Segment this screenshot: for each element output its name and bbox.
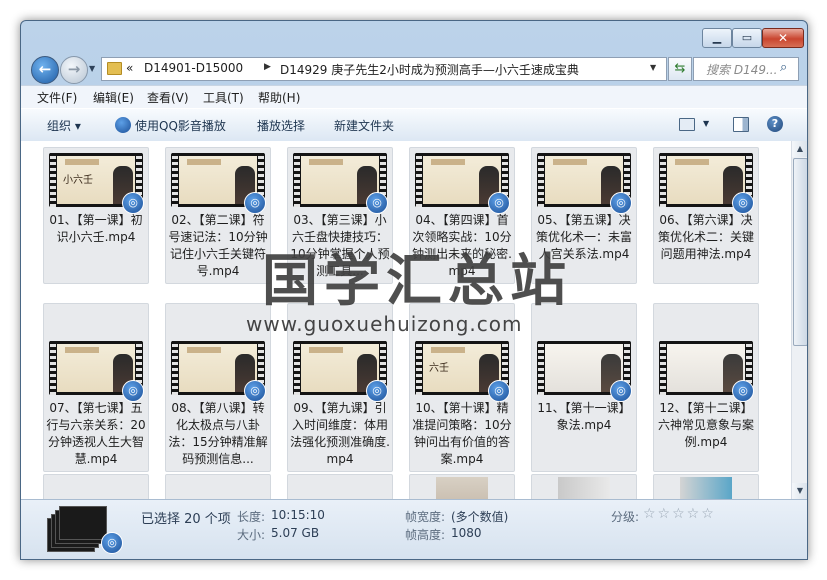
file-tile[interactable]: ◎ 06、【第六课】决策优化术二：关键问题用神法.mp4 [653, 147, 759, 284]
close-icon: ✕ [777, 31, 789, 45]
command-bar: 组织 ▾ 使用QQ影音播放 播放选择 新建文件夹 ▼ ? [21, 108, 807, 142]
maximize-button[interactable]: ▭ [732, 28, 762, 48]
file-tile[interactable] [531, 474, 637, 499]
back-arrow-icon: ← [38, 60, 52, 78]
qq-player-icon: ◎ [101, 532, 123, 554]
view-options-icon[interactable] [679, 118, 695, 131]
menu-edit[interactable]: 编辑(E) [93, 89, 134, 106]
play-selection-button[interactable]: 播放选择 [257, 117, 305, 134]
scroll-down-icon[interactable]: ▼ [792, 483, 807, 499]
vertical-scrollbar[interactable]: ▲ ▼ [791, 141, 807, 499]
size-label: 大小: [237, 528, 266, 542]
qq-player-icon: ◎ [732, 380, 754, 402]
file-tile[interactable] [409, 474, 515, 499]
qq-player-icon [115, 117, 131, 133]
address-dropdown-icon[interactable]: ▼ [650, 63, 656, 72]
address-chevron[interactable]: « [126, 61, 133, 75]
qq-player-icon: ◎ [366, 380, 388, 402]
address-row: ← → ▼ « D14901-D15000 ▶ D14929 庚子先生2小时成为… [21, 53, 807, 85]
qq-player-icon: ◎ [244, 192, 266, 214]
search-icon[interactable]: ⌕ [780, 60, 787, 75]
file-name: 12、【第十二课】六神常见意象与案例.mp4 [657, 401, 754, 449]
watermark-text: 国学汇总站 [262, 249, 572, 314]
video-thumbnail [436, 477, 488, 499]
file-tile[interactable]: ◎ 02、【第二课】符号速记法：10分钟记住小六壬关键符号.mp4 [165, 147, 271, 284]
new-folder-button[interactable]: 新建文件夹 [334, 117, 394, 134]
frame-width-label: 帧宽度: [405, 510, 446, 524]
file-tile[interactable] [43, 474, 149, 499]
address-bar[interactable]: « D14901-D15000 ▶ D14929 庚子先生2小时成为预测高手—小… [101, 57, 667, 81]
frame-width-value: (多个数值) [451, 510, 509, 524]
file-tile[interactable]: 小六壬 ◎ 01、【第一课】初识小六壬.mp4 [43, 147, 149, 284]
qq-player-icon: ◎ [610, 192, 632, 214]
qq-player-icon: ◎ [244, 380, 266, 402]
view-options-dropdown-icon[interactable]: ▼ [703, 119, 709, 128]
thumbnail-title: 小六壬 [63, 175, 93, 186]
file-name: 02、【第二课】符号速记法：10分钟记住小六壬关键符号.mp4 [168, 213, 268, 278]
forward-arrow-icon: → [67, 60, 81, 78]
qq-player-icon: ◎ [732, 192, 754, 214]
file-name: 07、【第七课】五行与六亲关系：20分钟透视人生大智慧.mp4 [46, 401, 146, 466]
file-name: 06、【第六课】决策优化术二：关键问题用神法.mp4 [657, 213, 754, 261]
search-input[interactable]: 搜索 D149... ⌕ [693, 57, 799, 81]
forward-button[interactable]: → [60, 56, 88, 84]
selection-thumbnail-stack: ◎ [47, 506, 123, 554]
scroll-thumb[interactable] [793, 158, 807, 346]
size-value: 5.07 GB [271, 526, 320, 540]
qq-player-icon: ◎ [122, 192, 144, 214]
video-thumbnail [558, 477, 610, 499]
file-tile[interactable] [165, 474, 271, 499]
maximize-icon: ▭ [741, 31, 753, 44]
file-name: 09、【第九课】引入时间维度：体用法强化预测准确度.mp4 [290, 401, 390, 466]
help-icon[interactable]: ? [767, 116, 783, 132]
file-tile[interactable]: ◎ 11、【第十一课】象法.mp4 [531, 303, 637, 472]
minimize-icon: ▁ [712, 31, 722, 44]
qq-player-icon: ◎ [488, 380, 510, 402]
menu-file[interactable]: 文件(F) [37, 89, 77, 106]
menu-tools[interactable]: 工具(T) [203, 89, 244, 106]
watermark-url: www.guoxuehuizong.com [246, 312, 523, 336]
qq-player-icon: ◎ [488, 192, 510, 214]
file-name: 08、【第八课】转化太极点与八卦法：15分钟精准解码预测信息... [168, 401, 268, 466]
frame-height-label: 帧高度: [405, 528, 446, 542]
length-value: 10:15:10 [271, 508, 325, 522]
recent-pages-dropdown[interactable]: ▼ [89, 64, 95, 73]
details-pane: ◎ 已选择 20 个项 长度: 10:15:10 大小: 5.07 GB 帧宽度… [21, 499, 807, 559]
menu-help[interactable]: 帮助(H) [258, 89, 300, 106]
breadcrumb-separator[interactable]: ▶ [264, 62, 271, 72]
refresh-icon: ⇆ [674, 61, 686, 76]
menu-bar: 文件(F) 编辑(E) 查看(V) 工具(T) 帮助(H) [21, 85, 807, 108]
file-tile[interactable] [287, 474, 393, 499]
video-thumbnail [680, 477, 732, 499]
search-placeholder: 搜索 D149... [706, 63, 778, 77]
file-tile[interactable] [653, 474, 759, 499]
menu-view[interactable]: 查看(V) [147, 89, 189, 106]
title-bar: ▁ ▭ ✕ [21, 21, 807, 53]
thumbnail-title: 六壬 [429, 363, 449, 374]
close-button[interactable]: ✕ [762, 28, 804, 48]
frame-height-value: 1080 [451, 526, 482, 540]
back-button[interactable]: ← [31, 56, 59, 84]
breadcrumb-current[interactable]: D14929 庚子先生2小时成为预测高手—小六壬速成宝典 [280, 61, 579, 78]
file-name: 10、【第十课】精准提问策略：10分钟问出有价值的答案.mp4 [412, 401, 512, 466]
selection-count: 已选择 20 个项 [141, 512, 231, 527]
minimize-button[interactable]: ▁ [702, 28, 732, 48]
play-with-qq-button[interactable]: 使用QQ影音播放 [135, 117, 226, 134]
organize-button[interactable]: 组织 ▾ [47, 117, 81, 134]
rating-stars[interactable]: ☆☆☆☆☆ [643, 506, 716, 522]
preview-pane-icon[interactable] [733, 117, 749, 132]
breadcrumb-parent[interactable]: D14901-D15000 [144, 61, 243, 75]
file-name: 01、【第一课】初识小六壬.mp4 [49, 213, 143, 244]
rating-label: 分级: [611, 510, 640, 524]
qq-player-icon: ◎ [610, 380, 632, 402]
refresh-button[interactable]: ⇆ [668, 57, 692, 81]
file-tile[interactable]: ◎ 12、【第十二课】六神常见意象与案例.mp4 [653, 303, 759, 472]
folder-icon [107, 62, 122, 75]
file-tile[interactable]: ◎ 07、【第七课】五行与六亲关系：20分钟透视人生大智慧.mp4 [43, 303, 149, 472]
qq-player-icon: ◎ [122, 380, 144, 402]
qq-player-icon: ◎ [366, 192, 388, 214]
file-name: 11、【第十一课】象法.mp4 [537, 401, 631, 432]
scroll-up-icon[interactable]: ▲ [792, 141, 807, 157]
length-label: 长度: [237, 510, 266, 524]
